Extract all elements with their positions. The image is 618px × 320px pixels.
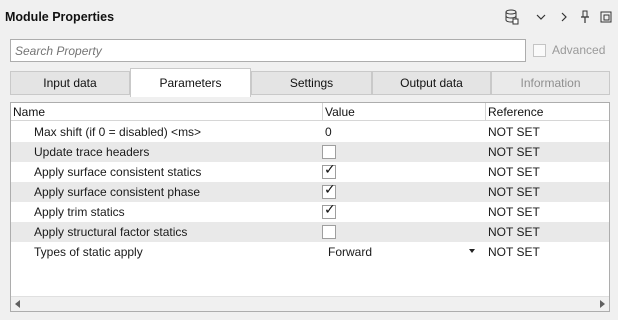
chevron-down-icon[interactable] xyxy=(535,9,547,25)
property-checkbox[interactable] xyxy=(322,182,336,199)
chevron-right-icon[interactable] xyxy=(558,9,570,25)
advanced-toggle[interactable]: Advanced xyxy=(533,43,605,57)
property-value-input[interactable]: 0 xyxy=(325,122,332,142)
property-reference: NOT SET xyxy=(488,145,540,159)
property-reference: NOT SET xyxy=(488,185,540,199)
property-name: Apply surface consistent statics xyxy=(34,165,202,179)
tab-input-data[interactable]: Input data xyxy=(10,71,130,95)
scrollbar-track[interactable] xyxy=(25,299,595,309)
scroll-right-arrow-icon[interactable] xyxy=(600,300,605,308)
database-save-icon[interactable] xyxy=(503,9,521,25)
property-row-update-trace-headers[interactable]: Update trace headers NOT SET xyxy=(11,142,609,162)
horizontal-scrollbar[interactable] xyxy=(11,296,609,311)
property-name: Apply surface consistent phase xyxy=(34,185,201,199)
panel-titlebar: Module Properties xyxy=(0,0,618,34)
grid-header: Name Value Reference xyxy=(11,103,609,121)
tab-bar: Input data Parameters Settings Output da… xyxy=(10,68,610,97)
property-reference: NOT SET xyxy=(488,205,540,219)
property-row-surface-consistent-phase[interactable]: Apply surface consistent phase NOT SET xyxy=(11,182,609,202)
search-input[interactable] xyxy=(10,39,526,62)
property-row-max-shift[interactable]: Max shift (if 0 = disabled) <ms> 0 NOT S… xyxy=(11,122,609,142)
property-reference: NOT SET xyxy=(488,245,540,259)
float-window-icon[interactable] xyxy=(599,9,613,25)
property-name: Apply trim statics xyxy=(34,205,125,219)
property-value-dropdown[interactable]: Forward xyxy=(328,242,372,262)
property-row-structural-factor-statics[interactable]: Apply structural factor statics NOT SET xyxy=(11,222,609,242)
property-reference: NOT SET xyxy=(488,125,540,139)
property-name: Types of static apply xyxy=(34,245,143,259)
property-row-types-of-static-apply[interactable]: Types of static apply Forward NOT SET xyxy=(11,242,609,262)
column-header-name[interactable]: Name xyxy=(11,103,45,121)
tab-information: Information xyxy=(491,71,610,95)
property-checkbox[interactable] xyxy=(322,225,336,239)
property-row-trim-statics[interactable]: Apply trim statics NOT SET xyxy=(11,202,609,222)
property-row-surface-consistent-statics[interactable]: Apply surface consistent statics NOT SET xyxy=(11,162,609,182)
property-name: Update trace headers xyxy=(34,145,150,159)
pin-icon[interactable] xyxy=(579,9,591,25)
property-checkbox[interactable] xyxy=(322,145,336,159)
tab-parameters[interactable]: Parameters xyxy=(130,68,251,97)
dropdown-arrow-icon[interactable] xyxy=(469,249,475,253)
property-name: Max shift (if 0 = disabled) <ms> xyxy=(34,125,202,139)
tab-output-data[interactable]: Output data xyxy=(372,71,491,95)
column-header-value[interactable]: Value xyxy=(323,103,355,121)
tab-settings[interactable]: Settings xyxy=(251,71,372,95)
advanced-checkbox[interactable] xyxy=(533,43,546,57)
advanced-label: Advanced xyxy=(552,43,606,57)
property-grid: Name Value Reference Max shift (if 0 = d… xyxy=(10,102,610,312)
property-name: Apply structural factor statics xyxy=(34,225,188,239)
column-header-reference[interactable]: Reference xyxy=(486,103,543,121)
scroll-left-arrow-icon[interactable] xyxy=(15,300,20,308)
property-checkbox[interactable] xyxy=(322,202,336,219)
property-checkbox[interactable] xyxy=(322,162,336,179)
property-reference: NOT SET xyxy=(488,165,540,179)
panel-title: Module Properties xyxy=(5,10,115,24)
property-reference: NOT SET xyxy=(488,225,540,239)
